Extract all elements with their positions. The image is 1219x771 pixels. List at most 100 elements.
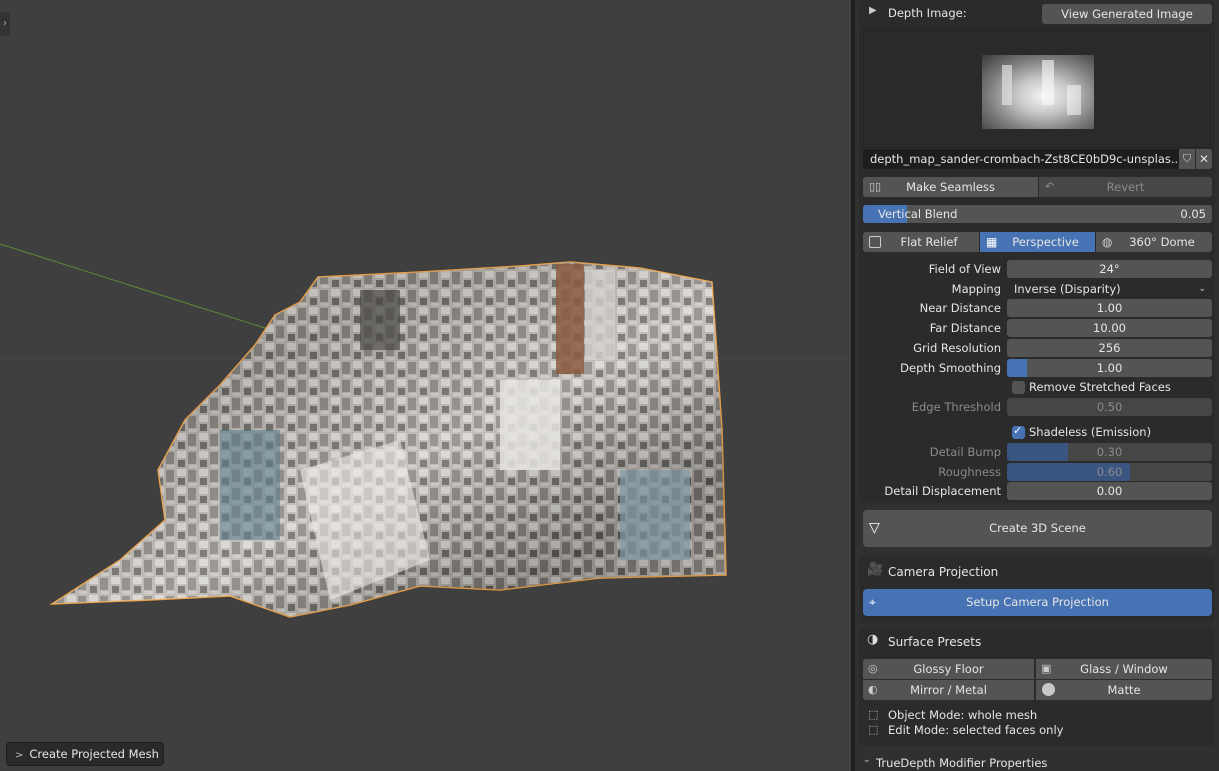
x-axis-line — [0, 243, 291, 337]
detail-bump-slider[interactable]: 0.30 — [1007, 443, 1212, 461]
glossy-floor-label: Glossy Floor — [913, 662, 984, 676]
depth-map-thumbnail[interactable] — [982, 55, 1094, 129]
vertical-blend-value: 0.05 — [1180, 207, 1206, 221]
depth-image-label: Depth Image: — [888, 6, 967, 20]
matte-button[interactable]: Matte — [1036, 680, 1212, 700]
city-mesh[interactable] — [49, 261, 727, 618]
glass-window-label: Glass / Window — [1080, 662, 1168, 676]
setup-camera-projection-button[interactable]: ⌖ Setup Camera Projection — [863, 589, 1212, 616]
seamless-icon: ▯▯ — [869, 180, 882, 193]
chevron-down-icon: ⌄ — [863, 755, 871, 765]
detail-displacement-value: 0.00 — [1096, 484, 1123, 498]
depth-smoothing-label: Depth Smoothing — [900, 361, 1001, 375]
crosshair-icon: ⌖ — [869, 595, 876, 609]
camera-projection-header[interactable]: Camera Projection — [888, 562, 998, 582]
remove-stretched-faces-checkbox[interactable] — [1012, 381, 1025, 394]
material-sphere-icon: ◑ — [867, 632, 879, 647]
undo-icon: ↶ — [1045, 180, 1055, 193]
edge-threshold-label: Edge Threshold — [911, 400, 1001, 414]
shadeless-checkbox[interactable]: ✓ — [1012, 424, 1025, 439]
vertical-blend-label: Vertical Blend — [878, 207, 958, 221]
dome-option[interactable]: ◍ 360° Dome — [1096, 232, 1212, 252]
create-3d-scene-label: Create 3D Scene — [989, 521, 1086, 535]
perspective-grid-icon: ▦ — [986, 235, 998, 249]
operator-panel-label: Create Projected Mesh — [29, 747, 159, 761]
modifier-properties-label: TrueDepth Modifier Properties — [876, 756, 1048, 770]
edit-mode-hint: Edit Mode: selected faces only — [888, 723, 1064, 737]
vertical-blend-slider[interactable]: Vertical Blend 0.05 — [863, 205, 1212, 223]
flat-relief-icon — [869, 236, 881, 248]
revert-label: Revert — [1106, 180, 1145, 194]
mapping-value: Inverse (Disparity) — [1014, 282, 1121, 296]
globe-icon: ◍ — [1102, 235, 1113, 249]
modifier-properties-header[interactable]: ⌄ TrueDepth Modifier Properties — [859, 754, 1215, 771]
far-distance-label: Far Distance — [929, 321, 1001, 335]
remove-stretched-faces-label: Remove Stretched Faces — [1029, 380, 1171, 394]
glass-window-button[interactable]: ▣ Glass / Window — [1036, 659, 1212, 679]
view-generated-image-button[interactable]: View Generated Image — [1042, 4, 1212, 24]
depth-image-panel: ▶ Depth Image: View Generated Image dept… — [859, 0, 1215, 503]
setup-camera-projection-label: Setup Camera Projection — [966, 595, 1109, 609]
triangle-down-icon: ▽ — [869, 520, 880, 536]
detail-bump-value: 0.30 — [1096, 445, 1123, 459]
grid-resolution-value: 256 — [1098, 341, 1121, 355]
fake-user-shield-icon[interactable]: ⛉ — [1179, 149, 1195, 169]
depth-smoothing-value: 1.00 — [1096, 361, 1123, 375]
sidebar-panel: ▶ Depth Image: View Generated Image dept… — [855, 0, 1219, 771]
detail-bump-label: Detail Bump — [929, 445, 1001, 459]
mapping-label: Mapping — [951, 282, 1001, 296]
perspective-option[interactable]: ▦ Perspective — [980, 232, 1095, 252]
close-icon[interactable]: ✕ — [1196, 149, 1212, 169]
detail-displacement-label: Detail Displacement — [884, 484, 1001, 498]
roughness-slider[interactable]: 0.60 — [1007, 463, 1212, 481]
chevron-right-icon: > — [15, 750, 24, 761]
projected-mesh-render[interactable] — [0, 0, 851, 771]
mirror-metal-button[interactable]: ◐ Mirror / Metal — [863, 680, 1034, 700]
edge-threshold-value: 0.50 — [1096, 400, 1123, 414]
collapse-triangle-icon[interactable]: ▶ — [869, 5, 877, 16]
flat-relief-option[interactable]: Flat Relief — [863, 232, 979, 252]
image-filename-field[interactable]: depth_map_sander-crombach-Zst8CE0bD9c-un… — [863, 149, 1179, 169]
surface-presets-header[interactable]: Surface Presets — [888, 632, 981, 652]
roughness-value: 0.60 — [1096, 465, 1123, 479]
glossy-floor-button[interactable]: ◎ Glossy Floor — [863, 659, 1034, 679]
field-of-view-value: 24° — [1099, 262, 1120, 276]
checkmark-icon: ✓ — [1013, 424, 1023, 437]
3d-viewport[interactable]: › > Create Projected Mesh — [0, 0, 851, 771]
near-distance-value: 1.00 — [1096, 301, 1123, 315]
grid-resolution-field[interactable]: 256 — [1007, 339, 1212, 357]
operator-redo-panel[interactable]: > Create Projected Mesh — [6, 742, 164, 766]
roughness-label: Roughness — [938, 465, 1001, 479]
near-distance-label: Near Distance — [919, 301, 1001, 315]
glossy-floor-icon: ◎ — [868, 662, 878, 675]
shadeless-label: Shadeless (Emission) — [1029, 425, 1152, 439]
grid-resolution-label: Grid Resolution — [913, 341, 1001, 355]
dome-label: 360° Dome — [1129, 235, 1195, 249]
make-seamless-button[interactable]: ▯▯ Make Seamless — [863, 177, 1038, 197]
glass-cube-icon: ▣ — [1041, 662, 1052, 675]
mirror-metal-label: Mirror / Metal — [910, 683, 987, 697]
metal-sphere-icon: ◐ — [868, 683, 878, 696]
revert-button[interactable]: ↶ Revert — [1039, 177, 1212, 197]
surface-presets-panel: ◑ Surface Presets ◎ Glossy Floor ▣ Glass… — [859, 627, 1215, 746]
far-distance-field[interactable]: 10.00 — [1007, 319, 1212, 337]
perspective-label: Perspective — [1012, 235, 1079, 249]
edge-threshold-field[interactable]: 0.50 — [1007, 398, 1212, 416]
edit-mode-icon: ⬚ — [868, 723, 879, 736]
camera-icon: 🎥 — [867, 562, 884, 577]
matte-label: Matte — [1107, 683, 1141, 697]
create-3d-scene-button[interactable]: ▽ Create 3D Scene — [863, 510, 1212, 547]
matte-sphere-icon — [1042, 683, 1055, 696]
chevron-down-icon: ⌄ — [1198, 284, 1206, 294]
field-of-view-label: Field of View — [928, 262, 1001, 276]
near-distance-field[interactable]: 1.00 — [1007, 299, 1212, 317]
far-distance-value: 10.00 — [1093, 321, 1126, 335]
object-mode-icon: ⬚ — [868, 708, 879, 721]
make-seamless-label: Make Seamless — [906, 180, 995, 194]
mapping-dropdown[interactable]: Inverse (Disparity) ⌄ — [1007, 280, 1212, 298]
image-preview-frame — [863, 30, 1211, 148]
detail-displacement-field[interactable]: 0.00 — [1007, 482, 1212, 500]
camera-projection-panel: 🎥 Camera Projection ⌖ Setup Camera Proje… — [859, 557, 1215, 623]
field-of-view-field[interactable]: 24° — [1007, 260, 1212, 278]
depth-smoothing-slider[interactable]: 1.00 — [1007, 359, 1212, 377]
